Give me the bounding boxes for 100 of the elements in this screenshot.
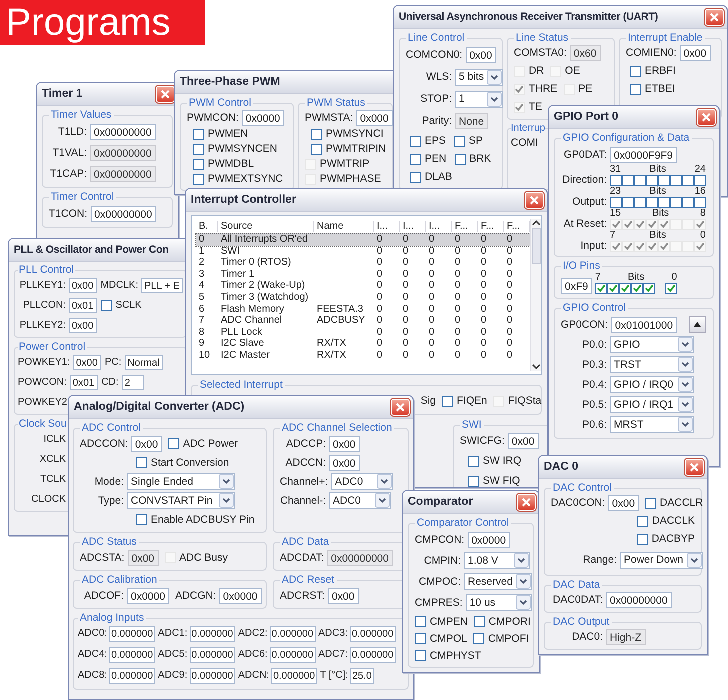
dropdown[interactable]: 1 (455, 90, 503, 108)
input-field[interactable]: 0x00 (608, 495, 640, 511)
dropdown[interactable]: 10 us (466, 594, 532, 611)
checkbox[interactable] (415, 650, 426, 661)
chevron-down-icon[interactable] (532, 362, 540, 371)
checkbox[interactable] (682, 175, 694, 186)
input-field[interactable]: 0x00000000 (90, 124, 156, 140)
dropdown[interactable]: Single Ended (127, 473, 235, 490)
checkbox[interactable] (658, 197, 670, 208)
checkbox[interactable] (682, 197, 694, 208)
checkbox[interactable] (630, 84, 641, 94)
checkbox[interactable] (311, 128, 322, 140)
checkbox[interactable] (658, 175, 670, 186)
table-row[interactable]: 1 SWI 0 0 0 0 0 0 (196, 246, 530, 258)
dropdown[interactable]: Reserved (464, 573, 532, 590)
checkbox[interactable] (610, 175, 622, 186)
input-field[interactable]: 0.000000 (350, 646, 396, 662)
checkbox[interactable] (474, 616, 485, 627)
input-field[interactable]: 0.000000 (190, 626, 236, 642)
input-field[interactable]: 0.000000 (190, 668, 236, 684)
checkbox[interactable] (643, 283, 656, 294)
input-field[interactable]: 0x00 (329, 454, 360, 470)
input-field[interactable]: 0x00 (466, 47, 496, 63)
dropdown[interactable]: TRST (610, 356, 694, 373)
checkbox[interactable] (136, 457, 147, 468)
input-field[interactable]: 0xF9 (561, 278, 592, 294)
checkbox[interactable] (636, 534, 648, 544)
checkbox[interactable] (607, 283, 620, 294)
checkbox[interactable] (634, 175, 646, 186)
close-button[interactable] (697, 108, 716, 126)
checkbox[interactable] (168, 438, 180, 449)
checkbox[interactable] (442, 396, 453, 406)
input-field[interactable]: 0x0000 (219, 588, 262, 604)
dropdown[interactable]: CONVSTART Pin (127, 492, 235, 509)
checkbox[interactable] (193, 174, 204, 184)
checkbox[interactable] (100, 300, 112, 311)
scroll-thumb[interactable] (532, 228, 540, 264)
table-row[interactable]: 4 Timer 2 (Wake-Up) 0 0 0 0 0 0 (196, 280, 530, 292)
checkbox[interactable] (136, 514, 147, 525)
input-field[interactable]: 0x00 (508, 433, 539, 449)
table-row[interactable]: 8 PLL Lock 0 0 0 0 0 0 (196, 326, 530, 338)
input-field[interactable]: 0x0000 (127, 588, 170, 604)
input-field[interactable]: Normal (124, 355, 163, 370)
checkbox[interactable] (637, 516, 648, 526)
close-button[interactable] (156, 86, 175, 102)
input-field[interactable]: 0x01 (70, 375, 98, 390)
table-row[interactable]: 2 Timer 0 (RTOS) 0 0 0 0 0 0 (196, 257, 530, 269)
input-field[interactable]: 0.000000 (190, 646, 236, 662)
checkbox[interactable] (454, 154, 466, 164)
checkbox[interactable] (410, 172, 421, 182)
dropdown[interactable]: 5 bits (455, 68, 504, 86)
dropdown[interactable]: GPIO / IRQ0 (610, 376, 694, 393)
checkbox[interactable] (415, 616, 426, 627)
checkbox[interactable] (454, 136, 466, 146)
input-field[interactable]: 0x00 (69, 318, 97, 333)
checkbox[interactable] (610, 197, 622, 208)
close-button[interactable] (525, 192, 544, 208)
checkbox[interactable] (622, 197, 634, 208)
checkbox[interactable] (630, 66, 641, 76)
dropdown[interactable]: 1.08 V (464, 552, 530, 569)
checkbox[interactable] (473, 633, 484, 644)
checkbox[interactable] (468, 476, 479, 486)
dropdown[interactable]: ADC0 (331, 473, 394, 490)
checkbox[interactable] (634, 197, 646, 208)
checkbox[interactable] (646, 197, 658, 208)
checkbox[interactable] (622, 175, 634, 186)
input-field[interactable]: 0.000000 (109, 668, 156, 684)
dropdown[interactable]: Power Down (620, 552, 703, 568)
table-row[interactable]: 7 ADC Channel ADCBUSY 0 0 0 0 0 0 (196, 315, 530, 327)
close-button[interactable] (517, 494, 536, 510)
dropdown[interactable]: ADC0 (329, 492, 391, 509)
input-field[interactable]: 0.000000 (270, 646, 316, 662)
input-field[interactable]: 0x000 (356, 110, 393, 126)
checkbox[interactable] (619, 283, 632, 294)
input-field[interactable]: 0.000000 (270, 626, 316, 642)
checkbox[interactable] (193, 144, 204, 154)
input-field[interactable]: PLL + E (141, 278, 183, 293)
input-field[interactable]: 0x00 (73, 355, 101, 370)
close-button[interactable] (685, 458, 704, 476)
checkbox[interactable] (311, 144, 322, 154)
checkbox[interactable] (468, 456, 479, 466)
table-row[interactable]: 3 Timer 1 0 0 0 0 0 0 (196, 268, 530, 280)
checkbox[interactable] (645, 498, 656, 508)
table-row[interactable]: 6 Flash Memory FEESTA.3 0 0 0 0 0 0 (196, 304, 530, 316)
checkbox[interactable] (694, 197, 706, 208)
checkbox[interactable] (193, 128, 204, 140)
close-button[interactable] (391, 398, 410, 416)
checkbox[interactable] (646, 175, 658, 186)
checkbox[interactable] (595, 283, 608, 294)
input-field[interactable]: 0x00000000 (606, 592, 672, 608)
checkbox[interactable] (665, 283, 678, 294)
checkbox[interactable] (193, 158, 204, 170)
table-row[interactable]: 0 All Interrupts OR'ed 0 0 0 0 0 0 (196, 234, 530, 246)
checkbox[interactable] (670, 197, 682, 208)
checkbox[interactable] (410, 136, 421, 146)
input-field[interactable]: 0.000000 (109, 626, 156, 642)
checkbox[interactable] (415, 633, 426, 644)
checkbox[interactable] (631, 283, 644, 294)
input-field[interactable]: 0.000000 (350, 626, 396, 642)
table-row[interactable]: 10 I2C Master RX/TX 0 0 0 0 0 0 (196, 350, 530, 362)
